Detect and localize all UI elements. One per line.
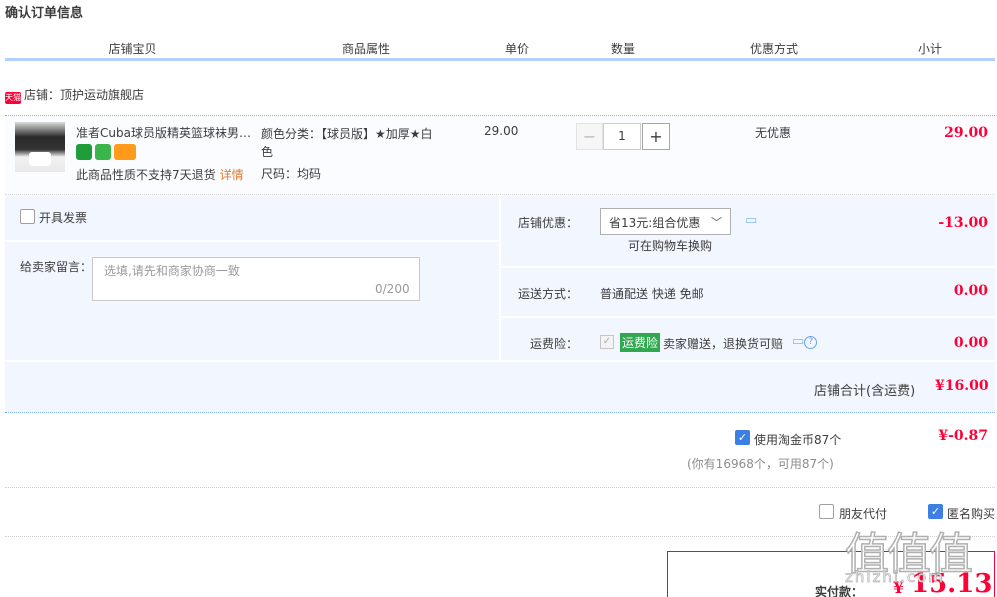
tmall-icon: 天猫	[5, 92, 21, 104]
service-badge-icon[interactable]	[76, 144, 92, 160]
shop-total-label: 店铺合计(含运费)	[814, 384, 916, 399]
chat-icon[interactable]: ▭	[792, 334, 804, 349]
insurance-value: 0.00	[953, 335, 988, 351]
unit-price: 29.00	[484, 124, 519, 138]
quantity-increase-button[interactable]: +	[642, 123, 670, 150]
page-title: 确认订单信息	[5, 6, 84, 21]
guarantee-badge-icon[interactable]	[95, 144, 111, 160]
coin-value: ¥-0.87	[938, 428, 988, 444]
invoice-checkbox[interactable]	[20, 209, 35, 224]
help-icon[interactable]: ?	[804, 336, 818, 349]
coin-note: (你有16968个，可用87个)	[687, 457, 834, 471]
anonymous-checkbox[interactable]: ✓	[928, 504, 943, 519]
column-header: 单价	[504, 42, 529, 56]
shop-total-value: ¥16.00	[935, 378, 989, 394]
shop-row: 天猫 店铺：顶护运动旗舰店	[5, 86, 144, 104]
coin-label[interactable]: 使用淘金币87个	[754, 431, 841, 448]
shop-name[interactable]: 店铺：顶护运动旗舰店	[24, 88, 144, 102]
product-size-attr: 尺码：均码	[261, 167, 322, 181]
column-header: 小计	[917, 42, 942, 56]
card-badge-icon[interactable]	[114, 144, 136, 160]
product-color-attr: 颜色分类：【球员版】★加厚★白色	[261, 127, 433, 159]
product-thumbnail[interactable]	[15, 122, 65, 172]
service-badges	[76, 144, 139, 160]
column-header-row: 店铺宝贝 商品属性 单价 数量 优惠方式 小计	[5, 37, 995, 61]
anonymous-label[interactable]: 匿名购买	[947, 505, 995, 522]
insurance-icons: ▭?	[792, 334, 818, 349]
product-title[interactable]: 准者Cuba球员版精英篮球袜男款中筒毛巾底	[76, 124, 251, 141]
quantity-input[interactable]: 1	[603, 123, 641, 150]
column-header: 优惠方式	[749, 42, 798, 56]
column-header: 店铺宝贝	[108, 42, 157, 56]
shipping-method: 普通配送 快递 免邮	[600, 287, 704, 301]
invoice-label[interactable]: 开具发票	[39, 209, 87, 226]
coin-checkbox[interactable]: ✓	[735, 430, 750, 445]
pay-label: 实付款：	[815, 585, 864, 597]
insurance-checkbox: ✓	[600, 335, 614, 349]
insurance-text: 卖家赠送，退换货可赔	[663, 337, 784, 351]
column-header: 数量	[610, 42, 635, 56]
shop-discount-note: 可在购物车换购	[628, 239, 713, 253]
detail-link[interactable]: 详情	[220, 168, 244, 182]
message-char-count: 0/200	[375, 282, 410, 296]
insurance-tag: 运费险	[620, 333, 661, 352]
item-subtotal: 29.00	[944, 125, 988, 141]
promo-method: 无优惠	[755, 126, 792, 140]
friend-pay-checkbox[interactable]	[819, 504, 834, 519]
shop-discount-label: 店铺优惠：	[518, 216, 579, 230]
pay-amount: 15.13	[911, 569, 993, 597]
insurance-label: 运费险：	[529, 337, 578, 351]
column-header: 商品属性	[341, 42, 390, 56]
no-return-text: 此商品性质不支持7天退货	[76, 168, 216, 182]
shop-discount-select[interactable]: 省13元:组合优惠 ﹀	[600, 208, 731, 235]
shop-discount-selected: 省13元:组合优惠	[609, 216, 701, 230]
friend-pay-label[interactable]: 朋友代付	[839, 505, 887, 522]
pay-currency: ¥	[893, 578, 905, 597]
chat-icon[interactable]: ▭	[745, 213, 757, 228]
no-return-notice: 此商品性质不支持7天退货 详情	[76, 166, 244, 183]
shipping-value: 0.00	[953, 283, 988, 299]
message-label: 给卖家留言：	[20, 260, 93, 274]
chevron-down-icon: ﹀	[711, 216, 722, 229]
shipping-label: 运送方式：	[518, 287, 579, 301]
message-placeholder: 选填,请先和商家协商一致	[104, 264, 240, 278]
quantity-decrease-button[interactable]: −	[576, 123, 603, 150]
shop-discount-value: -13.00	[938, 215, 988, 231]
